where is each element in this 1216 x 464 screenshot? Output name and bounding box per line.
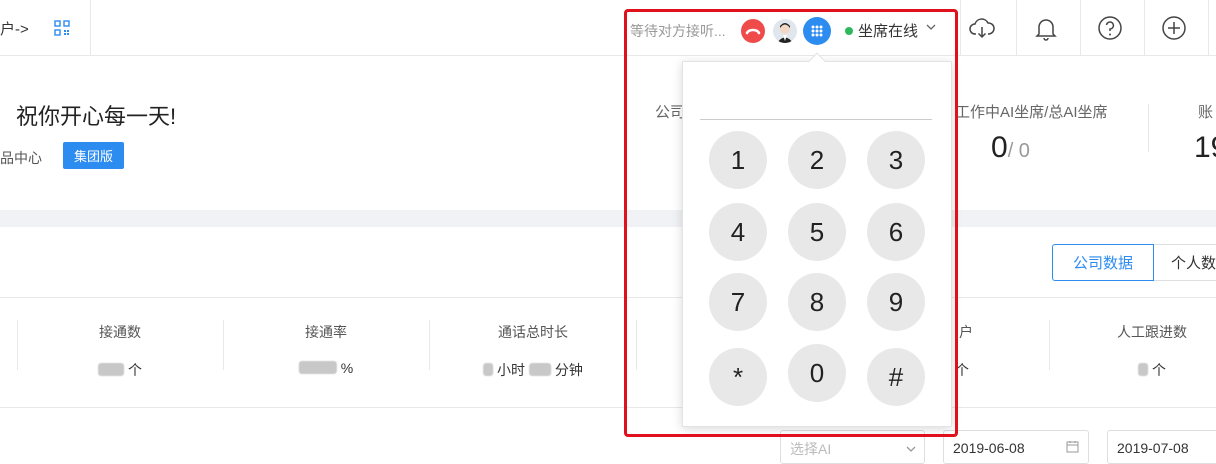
- redacted-value: [1138, 363, 1149, 376]
- section-separator: [0, 210, 1216, 227]
- start-date-value: 2019-06-08: [953, 440, 1025, 456]
- top-header: 户-> 等待对方接听... 坐席在线: [0, 0, 1216, 56]
- metric-value-duration: 小时 分钟: [483, 360, 583, 380]
- divider: [0, 407, 1216, 408]
- edition-badge: 集团版: [63, 142, 124, 169]
- header-divider: [1080, 0, 1081, 56]
- metric-label: 户: [959, 324, 973, 340]
- metric-value-connected: 个: [98, 360, 142, 380]
- qrcode-icon[interactable]: [54, 20, 70, 36]
- divider: [0, 297, 1216, 298]
- metric-label: 通话总时长: [498, 324, 568, 340]
- company-stat-label: 公司: [655, 104, 686, 121]
- breadcrumb[interactable]: 户->: [0, 18, 29, 39]
- ai-select-placeholder: 选择AI: [790, 441, 832, 457]
- dial-key-6[interactable]: 6: [867, 203, 925, 261]
- chevron-down-icon[interactable]: [925, 21, 937, 33]
- metric-value-rate: %: [298, 360, 353, 376]
- greeting-text: 祝你开心每一天!: [16, 104, 177, 129]
- online-status-dot: [845, 27, 853, 35]
- metric-label: 接通率: [305, 324, 347, 340]
- dial-key-2[interactable]: 2: [788, 131, 846, 189]
- hangup-icon: [745, 28, 761, 35]
- stat-divider: [1148, 104, 1149, 152]
- dialpad-grid-icon: [811, 25, 823, 37]
- end-date-input[interactable]: 2019-07-08: [1107, 430, 1216, 464]
- header-divider: [90, 0, 91, 56]
- redacted-value: [528, 363, 551, 376]
- calendar-icon: [1066, 441, 1079, 453]
- cloud-download-icon[interactable]: [968, 14, 996, 42]
- add-icon[interactable]: [1160, 14, 1188, 42]
- ai-select[interactable]: 选择AI: [780, 430, 925, 464]
- dial-key-8[interactable]: 8: [788, 273, 846, 331]
- dial-key-5[interactable]: 5: [788, 203, 846, 261]
- metric-value-followups: 个: [1138, 360, 1166, 380]
- metric-divider: [429, 320, 430, 370]
- dial-key-star[interactable]: *: [709, 348, 767, 406]
- redacted-value: [298, 361, 337, 374]
- metric-divider: [223, 320, 224, 370]
- metric-divider: [1049, 320, 1050, 370]
- dial-number-input[interactable]: [700, 80, 932, 120]
- dial-key-1[interactable]: 1: [709, 131, 767, 189]
- header-divider: [1144, 0, 1145, 56]
- agent-status-dropdown[interactable]: 坐席在线: [858, 20, 918, 41]
- dial-key-hash[interactable]: #: [867, 348, 925, 406]
- metric-label: 接通数: [99, 324, 141, 340]
- account-stat-label: 账: [1198, 104, 1214, 121]
- redacted-value: [483, 363, 494, 376]
- metric-divider: [17, 320, 18, 370]
- call-status-text: 等待对方接听...: [630, 23, 726, 39]
- ai-seats-working: 0: [991, 131, 1008, 164]
- help-icon[interactable]: [1096, 14, 1124, 42]
- dialpad-toggle-button[interactable]: [803, 17, 831, 45]
- metric-label: 人工跟进数: [1117, 324, 1187, 340]
- ai-seats-value: 0/ 0: [991, 131, 1030, 165]
- tab-company-data[interactable]: 公司数据: [1052, 244, 1154, 281]
- ai-seats-label: 工作中AI坐席/总AI坐席: [955, 104, 1108, 121]
- dial-key-7[interactable]: 7: [709, 273, 767, 331]
- dial-key-3[interactable]: 3: [867, 131, 925, 189]
- dial-key-0[interactable]: 0: [788, 344, 846, 402]
- ai-seats-total: / 0: [1007, 140, 1030, 162]
- header-divider: [1208, 0, 1209, 56]
- product-center-link[interactable]: 品中心: [0, 148, 42, 168]
- metric-value-customers: 个: [955, 362, 969, 378]
- redacted-value: [98, 363, 125, 376]
- header-divider: [1016, 0, 1017, 56]
- hangup-button[interactable]: [741, 19, 765, 43]
- start-date-input[interactable]: 2019-06-08: [943, 430, 1089, 464]
- page: 户-> 等待对方接听... 坐席在线 祝你开心每一天! 品中心 集团版 公司 工…: [0, 0, 1216, 464]
- chevron-down-icon: [906, 446, 916, 452]
- avatar[interactable]: [773, 19, 797, 43]
- dial-key-4[interactable]: 4: [709, 203, 767, 261]
- bell-icon[interactable]: [1032, 14, 1060, 42]
- header-divider: [960, 0, 961, 56]
- user-avatar-icon: [777, 23, 793, 43]
- metric-divider: [636, 320, 637, 370]
- tab-personal-data[interactable]: 个人数: [1154, 244, 1216, 281]
- dial-key-9[interactable]: 9: [867, 273, 925, 331]
- account-stat-value: 19: [1194, 131, 1216, 164]
- end-date-value: 2019-07-08: [1117, 440, 1189, 456]
